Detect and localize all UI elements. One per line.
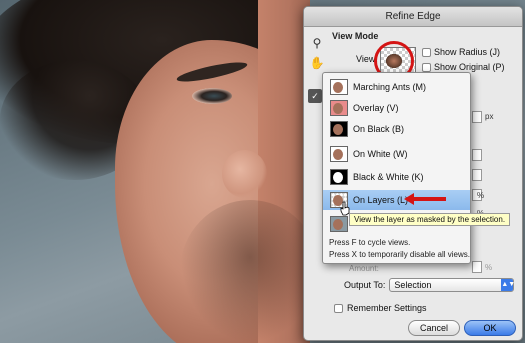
show-radius-label: Show Radius (J) (434, 47, 501, 57)
output-row: Output To: Selection ▲▼ (344, 278, 515, 292)
radius-unit: px (485, 112, 494, 121)
output-to-label: Output To: (344, 280, 386, 290)
menu-hint-cycle: Press F to cycle views. (329, 238, 411, 247)
amount-label: Amount: (349, 264, 379, 273)
amount-field[interactable] (472, 261, 482, 273)
show-radius-row[interactable]: Show Radius (J) (422, 47, 500, 57)
menu-item-label: On Black (B) (353, 124, 405, 134)
feather-field[interactable] (472, 169, 482, 181)
remember-settings-label: Remember Settings (347, 303, 427, 313)
menu-item-overlay[interactable]: Overlay (V) (323, 98, 470, 118)
on-white-thumb-icon (330, 146, 348, 162)
contrast-unit: % (477, 191, 485, 200)
radius-field[interactable] (472, 111, 482, 123)
view-dropdown-menu: Marching Ants (M) Overlay (V) On Black (… (322, 72, 471, 264)
show-original-row[interactable]: Show Original (P) (422, 62, 505, 72)
view-mode-section: View Mode (332, 31, 518, 41)
remember-settings-checkbox[interactable] (334, 303, 343, 313)
menu-item-label: Black & White (K) (353, 172, 424, 182)
remember-settings-row[interactable]: Remember Settings (334, 303, 427, 313)
dropdown-arrow-icon: ▲▼ (501, 279, 515, 291)
menu-item-on-white[interactable]: On White (W) (323, 144, 470, 164)
reveal-layer-thumb-icon (330, 216, 348, 232)
output-to-value: Selection (394, 280, 432, 290)
ok-button[interactable]: OK (464, 320, 516, 336)
black-white-thumb-icon (330, 169, 348, 185)
hand-icon[interactable]: ✋ (309, 55, 325, 71)
view-mode-label: View Mode (332, 31, 379, 41)
smooth-field[interactable] (472, 149, 482, 161)
show-radius-checkbox[interactable] (422, 47, 431, 57)
show-original-checkbox[interactable] (422, 62, 431, 72)
output-to-select[interactable]: Selection ▲▼ (389, 278, 515, 292)
menu-hint-disable: Press X to temporarily disable all views… (329, 250, 470, 259)
menu-item-label: On Layers (L) (353, 195, 409, 205)
annotation-arrow-icon (404, 193, 446, 205)
menu-item-marching-ants[interactable]: Marching Ants (M) (323, 77, 470, 97)
tool-column: ⚲ ✋ (309, 35, 327, 75)
zoom-icon[interactable]: ⚲ (309, 35, 325, 51)
view-tooltip: View the layer as masked by the selectio… (349, 213, 511, 226)
photo-eye (192, 88, 232, 104)
menu-item-label: On White (W) (353, 149, 408, 159)
photo-stubble (180, 200, 320, 343)
menu-item-label: Overlay (V) (353, 103, 399, 113)
menu-item-black-white[interactable]: Black & White (K) (323, 167, 470, 187)
overlay-thumb-icon (330, 100, 348, 116)
marching-ants-thumb-icon (330, 79, 348, 95)
refine-radius-icon[interactable]: ✓ (308, 89, 322, 103)
amount-unit: % (485, 263, 493, 272)
photo-nose (222, 150, 267, 198)
menu-item-on-black[interactable]: On Black (B) (323, 119, 470, 139)
dialog-title: Refine Edge (304, 7, 522, 27)
cancel-button[interactable]: Cancel (408, 320, 460, 336)
show-original-label: Show Original (P) (434, 62, 505, 72)
on-black-thumb-icon (330, 121, 348, 137)
menu-item-label: Marching Ants (M) (353, 82, 427, 92)
